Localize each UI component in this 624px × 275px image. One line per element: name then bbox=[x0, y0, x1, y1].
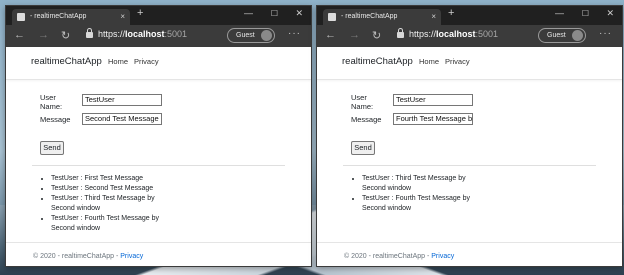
message-label: Message bbox=[351, 115, 382, 124]
url-scheme: https:// bbox=[98, 29, 126, 39]
avatar-icon bbox=[261, 30, 272, 41]
url-scheme: https:// bbox=[409, 29, 437, 39]
avatar-icon bbox=[572, 30, 583, 41]
url-port: :5001 bbox=[164, 29, 188, 39]
browser-tab[interactable]: - realtimeChatApp × bbox=[323, 9, 441, 25]
maximize-icon[interactable]: ☐ bbox=[271, 9, 278, 18]
nav-privacy-link[interactable]: Privacy bbox=[134, 57, 159, 66]
new-tab-icon[interactable]: + bbox=[448, 7, 454, 19]
nav-privacy-link[interactable]: Privacy bbox=[445, 57, 470, 66]
new-tab-icon[interactable]: + bbox=[137, 7, 143, 19]
minimize-icon[interactable]: — bbox=[555, 8, 564, 18]
footer-text: © 2020 - realtimeChatApp - bbox=[33, 253, 121, 260]
footer-divider bbox=[6, 242, 311, 243]
nav-home-link[interactable]: Home bbox=[108, 57, 128, 66]
back-arrow-icon[interactable]: ← bbox=[325, 29, 336, 41]
message-item: TestUser : First Test Message bbox=[51, 174, 166, 184]
web-page: realtimeChatApp Home Privacy User Name: … bbox=[317, 47, 622, 266]
lock-icon[interactable] bbox=[397, 28, 404, 38]
user-name-label: User Name: bbox=[40, 93, 63, 111]
message-input[interactable]: Second Test Message bbox=[82, 113, 162, 125]
forward-arrow-icon[interactable]: → bbox=[38, 29, 49, 41]
url-host: localhost bbox=[125, 29, 165, 39]
footer-privacy-link[interactable]: Privacy bbox=[431, 253, 454, 260]
browser-window-left: - realtimeChatApp × + — ☐ ✕ ← → ↻ https:… bbox=[5, 5, 312, 267]
user-name-input[interactable]: TestUser bbox=[393, 94, 473, 106]
more-menu-icon[interactable]: ··· bbox=[599, 28, 612, 39]
messages-list: TestUser : Third Test Message by Second … bbox=[344, 174, 477, 214]
title-bar: - realtimeChatApp × + — ☐ ✕ bbox=[6, 6, 311, 25]
maximize-icon[interactable]: ☐ bbox=[582, 9, 589, 18]
page-footer: © 2020 - realtimeChatApp - Privacy bbox=[33, 253, 143, 260]
profile-button[interactable]: Guest bbox=[227, 28, 275, 43]
refresh-icon[interactable]: ↻ bbox=[61, 29, 70, 42]
footer-divider bbox=[317, 242, 622, 243]
page-favicon-icon bbox=[17, 13, 25, 21]
title-bar: - realtimeChatApp × + — ☐ ✕ bbox=[317, 6, 622, 25]
browser-toolbar: ← → ↻ https://localhost:5001 Guest ··· bbox=[6, 25, 311, 47]
message-input[interactable]: Fourth Test Message by S bbox=[393, 113, 473, 125]
browser-toolbar: ← → ↻ https://localhost:5001 Guest ··· bbox=[317, 25, 622, 47]
browser-tab[interactable]: - realtimeChatApp × bbox=[12, 9, 130, 25]
messages-list: TestUser : First Test Message TestUser :… bbox=[33, 174, 166, 234]
refresh-icon[interactable]: ↻ bbox=[372, 29, 381, 42]
tab-title: - realtimeChatApp bbox=[341, 13, 398, 20]
site-brand-link[interactable]: realtimeChatApp bbox=[31, 56, 102, 67]
site-navbar: realtimeChatApp Home Privacy bbox=[317, 47, 622, 80]
profile-label: Guest bbox=[236, 32, 255, 39]
user-name-label: User Name: bbox=[351, 93, 374, 111]
close-window-icon[interactable]: ✕ bbox=[295, 8, 303, 19]
nav-home-link[interactable]: Home bbox=[419, 57, 439, 66]
lock-icon[interactable] bbox=[86, 28, 93, 38]
section-divider bbox=[343, 165, 596, 166]
message-item: TestUser : Third Test Message by Second … bbox=[51, 194, 166, 214]
url-host: localhost bbox=[436, 29, 476, 39]
minimize-icon[interactable]: — bbox=[244, 8, 253, 18]
message-item: TestUser : Second Test Message bbox=[51, 184, 166, 194]
close-window-icon[interactable]: ✕ bbox=[606, 8, 614, 19]
footer-privacy-link[interactable]: Privacy bbox=[120, 253, 143, 260]
address-bar[interactable]: https://localhost:5001 bbox=[409, 29, 498, 39]
web-page: realtimeChatApp Home Privacy User Name: … bbox=[6, 47, 311, 266]
send-button[interactable]: Send bbox=[40, 141, 64, 155]
forward-arrow-icon[interactable]: → bbox=[349, 29, 360, 41]
tab-close-icon[interactable]: × bbox=[120, 9, 125, 25]
profile-label: Guest bbox=[547, 32, 566, 39]
message-item: TestUser : Fourth Test Message by Second… bbox=[51, 214, 166, 234]
tab-title: - realtimeChatApp bbox=[30, 13, 87, 20]
browser-window-right: - realtimeChatApp × + — ☐ ✕ ← → ↻ https:… bbox=[316, 5, 623, 267]
page-footer: © 2020 - realtimeChatApp - Privacy bbox=[344, 253, 454, 260]
message-item: TestUser : Third Test Message by Second … bbox=[362, 174, 477, 194]
url-port: :5001 bbox=[475, 29, 499, 39]
user-name-input[interactable]: TestUser bbox=[82, 94, 162, 106]
back-arrow-icon[interactable]: ← bbox=[14, 29, 25, 41]
site-navbar: realtimeChatApp Home Privacy bbox=[6, 47, 311, 80]
address-bar[interactable]: https://localhost:5001 bbox=[98, 29, 187, 39]
footer-text: © 2020 - realtimeChatApp - bbox=[344, 253, 432, 260]
more-menu-icon[interactable]: ··· bbox=[288, 28, 301, 39]
message-label: Message bbox=[40, 115, 71, 124]
message-item: TestUser : Fourth Test Message by Second… bbox=[362, 194, 477, 214]
site-brand-link[interactable]: realtimeChatApp bbox=[342, 56, 413, 67]
tab-close-icon[interactable]: × bbox=[431, 9, 436, 25]
page-favicon-icon bbox=[328, 13, 336, 21]
profile-button[interactable]: Guest bbox=[538, 28, 586, 43]
section-divider bbox=[32, 165, 285, 166]
send-button[interactable]: Send bbox=[351, 141, 375, 155]
